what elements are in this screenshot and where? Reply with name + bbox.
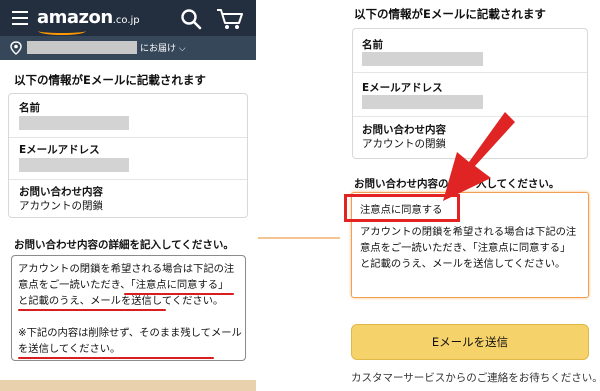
textarea-line: 意点をご一読いただき、「注意点に同意する」	[360, 242, 571, 254]
transition-arrow-icon	[258, 233, 350, 243]
textarea-line: ※下記の内容は削除せず、そのまま残してメール	[18, 327, 242, 339]
footer-text: カスタマーサービスからのご連絡をお待ちください。	[351, 372, 600, 384]
textarea-line: と記載のうえ、メールを送信してください。	[18, 295, 224, 307]
email-label: Eメールアドレス	[19, 144, 100, 156]
email-label: Eメールアドレス	[362, 82, 443, 94]
divider	[9, 179, 247, 180]
cart-icon[interactable]	[216, 7, 244, 31]
inquiry-label: お問い合わせ内容	[19, 186, 103, 198]
location-pin-icon	[10, 41, 22, 55]
left-screenshot: amazon.co.jp にお届け ⌵ 以下の情報がEメールに記載されます 名前…	[0, 0, 256, 391]
details-label: お問い合わせ内容の詳細を記入してください。	[14, 239, 234, 251]
button-edge	[0, 380, 256, 391]
info-card: 名前 Eメールアドレス お問い合わせ内容 アカウントの閉鎖	[8, 93, 248, 218]
textarea-line: アカウントの閉鎖を希望される場合は下記の注	[360, 226, 577, 238]
logo-domain: .co.jp	[112, 15, 140, 26]
redacted-name	[362, 52, 483, 66]
search-icon[interactable]	[180, 8, 202, 30]
redacted-address	[27, 41, 137, 54]
right-screenshot: 以下の情報がEメールに記載されます 名前 Eメールアドレス お問い合わせ内容 ア…	[340, 0, 600, 391]
menu-icon[interactable]	[12, 11, 28, 25]
inquiry-value: アカウントの閉鎖	[19, 200, 103, 212]
textarea-line: と記載のうえ、メールを送信してください。	[360, 258, 566, 270]
redacted-name	[19, 116, 129, 130]
divider	[353, 72, 587, 73]
redacted-email	[362, 95, 483, 109]
redacted-email	[19, 158, 129, 172]
amazon-logo[interactable]: amazon.co.jp	[37, 7, 140, 28]
textarea-line: アカウントの閉鎖を希望される場合は下記の注	[18, 263, 235, 275]
red-underline	[18, 357, 214, 359]
deliver-to-label: にお届け ⌵	[140, 44, 186, 54]
logo-text: amazon	[37, 7, 113, 28]
contact-form: 以下の情報がEメールに記載されます 名前 Eメールアドレス お問い合わせ内容 ア…	[0, 60, 256, 391]
inquiry-label: お問い合わせ内容	[362, 124, 446, 136]
red-underline	[124, 293, 234, 295]
name-label: 名前	[19, 102, 40, 114]
textarea-line	[18, 309, 242, 325]
section-title: 以下の情報がEメールに記載されます	[14, 73, 206, 87]
delivery-location-bar[interactable]: にお届け ⌵	[0, 36, 256, 60]
name-label: 名前	[362, 39, 383, 51]
pointer-arrow-icon	[443, 112, 515, 201]
details-textarea[interactable]: アカウントの閉鎖を希望される場合は下記の注 意点をご一読いただき、「注意点に同意…	[11, 255, 246, 361]
send-email-button[interactable]: Eメールを送信	[351, 324, 589, 360]
inquiry-value: アカウントの閉鎖	[362, 138, 446, 150]
red-underline	[18, 309, 166, 311]
logo-smile	[38, 27, 86, 35]
section-title: 以下の情報がEメールに記載されます	[354, 7, 546, 21]
top-nav-bar: amazon.co.jp	[0, 0, 256, 36]
textarea-line: を送信してください。	[18, 343, 121, 355]
textarea-line: 意点をご一読いただき、「注意点に同意する」	[18, 279, 229, 291]
divider	[9, 137, 247, 138]
